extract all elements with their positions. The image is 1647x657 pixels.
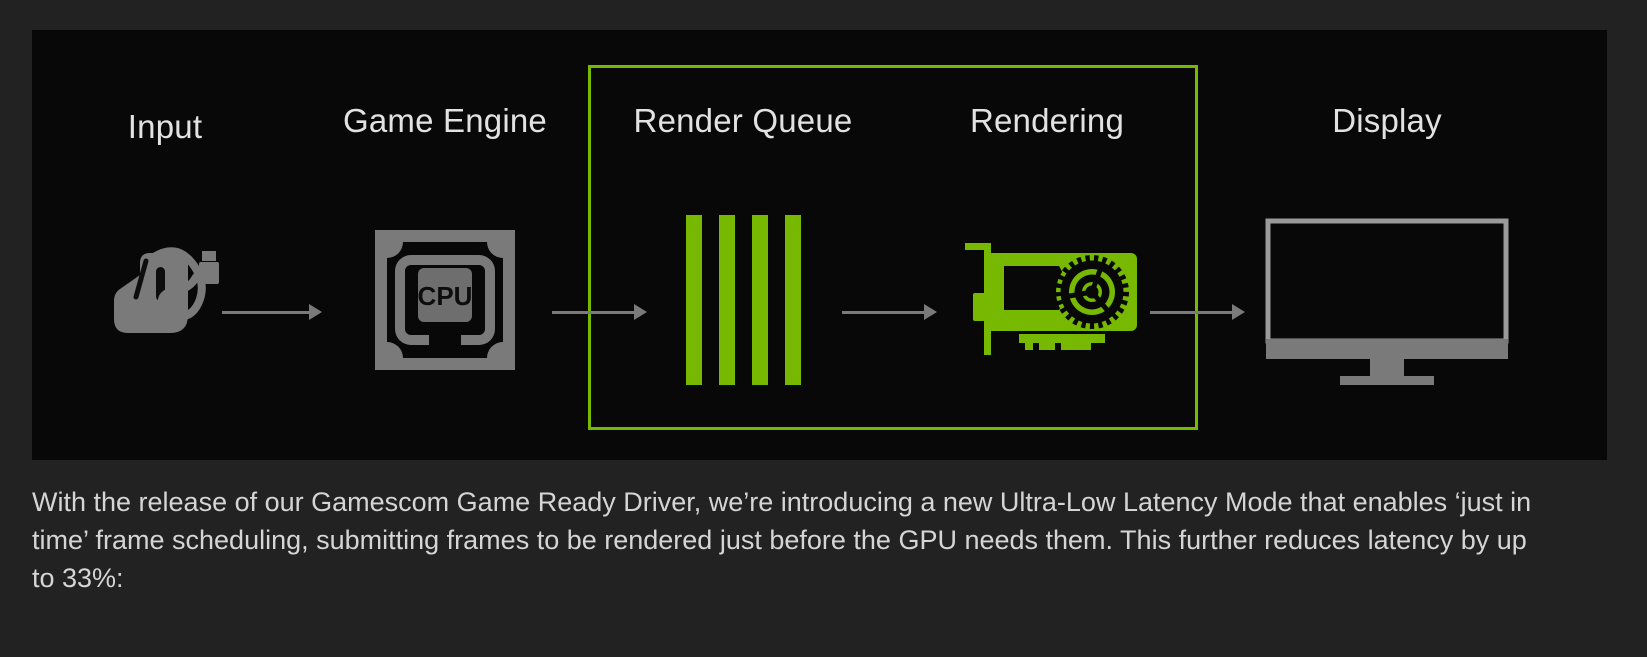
queue-bars-icon [608, 205, 878, 395]
stage-label-display: Display [1332, 102, 1442, 139]
stage-label-render-queue: Render Queue [633, 102, 853, 139]
stage-label-rendering: Rendering [969, 102, 1125, 139]
monitor-icon [1222, 205, 1552, 395]
caption-paragraph: With the release of our Gamescom Game Re… [32, 487, 1532, 593]
gpu-card-icon [912, 205, 1182, 395]
queue-bars-group [685, 215, 801, 385]
queue-bar [784, 215, 801, 385]
article-page: Input Game Engine CPU Render Queue Rende… [0, 0, 1647, 657]
stage-game-engine: Game Engine CPU [320, 30, 570, 460]
clipped-text-line [32, 0, 1572, 6]
stage-label-game-engine: Game Engine [343, 102, 547, 139]
stage-render-queue: Render Queue [608, 30, 878, 460]
stage-label-input: Input [127, 108, 203, 145]
mouse-icon [40, 205, 290, 395]
cpu-chip-text: CPU [418, 281, 473, 311]
arrow-input-to-engine [222, 302, 322, 322]
queue-bar [751, 215, 768, 385]
rendering-pipeline-diagram: Input Game Engine CPU Render Queue Rende… [32, 30, 1607, 460]
cpu-chip-icon: CPU [320, 205, 570, 395]
arrow-shaft [222, 310, 310, 314]
stage-display: Display [1222, 30, 1552, 460]
stage-rendering: Rendering [912, 30, 1182, 460]
arrow-shaft [1150, 310, 1233, 314]
stage-input: Input [40, 30, 290, 460]
queue-bar [685, 215, 702, 385]
queue-bar [718, 215, 735, 385]
